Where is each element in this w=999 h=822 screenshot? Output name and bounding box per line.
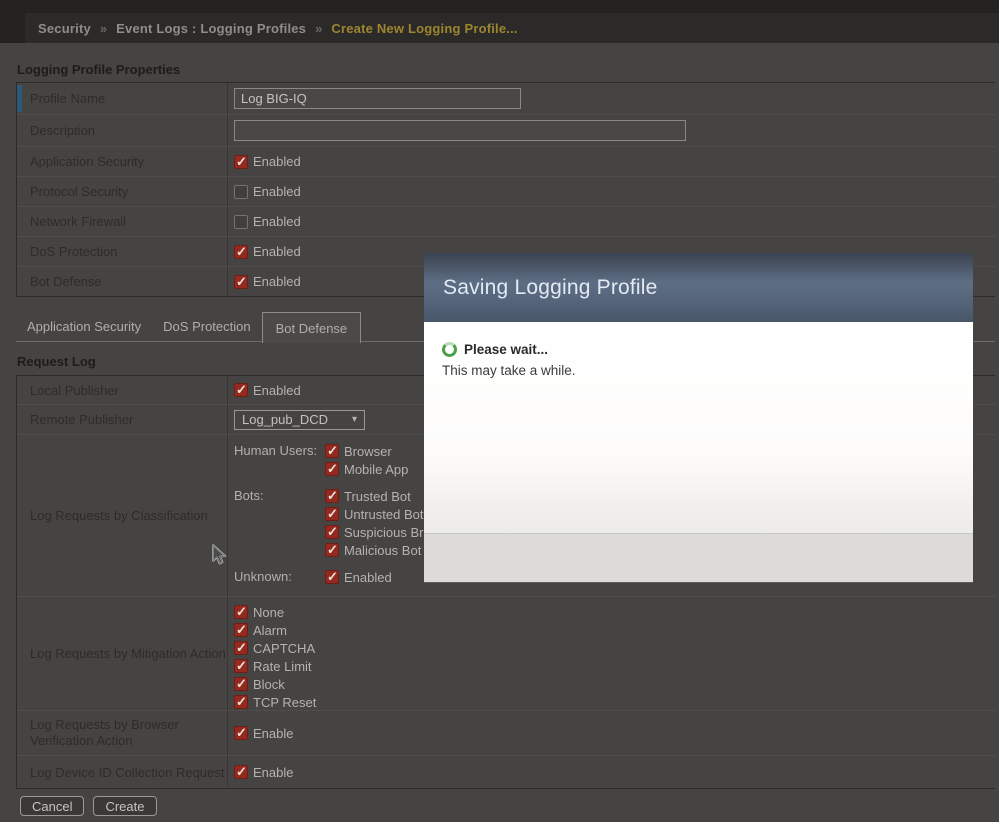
tab-dos-protection[interactable]: DoS Protection [152,312,261,342]
saving-dialog: Saving Logging Profile Please wait... Th… [424,253,973,583]
protocol-security-label: Protocol Security [17,177,228,207]
mitigation-label: Log Requests by Mitigation Action [17,597,228,711]
malicious-bot-checkbox[interactable] [325,543,339,557]
tcp-reset-checkbox[interactable] [234,695,248,709]
none-checkbox[interactable] [234,605,248,619]
checkbox-caption: Enabled [253,244,301,259]
checkbox-caption: Enable [253,765,293,780]
request-log-section-title: Request Log [17,354,96,369]
profile-name-label: Profile Name [17,83,228,115]
browser-checkbox[interactable] [325,444,339,458]
create-button[interactable]: Create [93,796,156,816]
application-security-checkbox[interactable] [234,155,248,169]
network-firewall-checkbox[interactable] [234,215,248,229]
checkbox-caption: Enabled [253,274,301,289]
checkbox-caption: Alarm [253,623,287,638]
mobile-app-checkbox[interactable] [325,462,339,476]
captcha-checkbox[interactable] [234,641,248,655]
checkbox-caption: Untrusted Bot [344,507,424,522]
properties-section-title: Logging Profile Properties [17,62,180,77]
checkbox-caption: Malicious Bot [344,543,421,558]
please-wait-message: Please wait... [464,342,548,357]
description-input[interactable] [234,120,686,141]
network-firewall-row: Network Firewall Enabled [17,207,995,237]
tab-application-security[interactable]: Application Security [16,312,152,342]
checkbox-caption: None [253,605,284,620]
local-publisher-checkbox[interactable] [234,383,248,397]
checkbox-caption: Block [253,677,285,692]
checkbox-caption: Mobile App [344,462,408,477]
selected-option: Log_pub_DCD [242,412,328,427]
checkbox-caption: CAPTCHA [253,641,315,656]
bots-group-label: Bots: [234,487,325,559]
browser-verification-checkbox[interactable] [234,726,248,740]
protocol-security-row: Protocol Security Enabled [17,177,995,207]
breadcrumb-item-security[interactable]: Security [38,21,91,36]
human-users-group-label: Human Users: [234,442,325,478]
chevron-down-icon: ▾ [352,414,357,425]
saving-dialog-header: Saving Logging Profile [424,253,973,322]
network-firewall-label: Network Firewall [17,207,228,237]
block-checkbox[interactable] [234,677,248,691]
please-wait-submessage: This may take a while. [442,363,576,378]
bot-defense-checkbox[interactable] [234,275,248,289]
local-publisher-label: Local Publisher [17,376,228,405]
checkbox-caption: TCP Reset [253,695,316,710]
breadcrumb: Security » Event Logs : Logging Profiles… [25,13,999,43]
rate-limit-checkbox[interactable] [234,659,248,673]
mouse-cursor [211,544,228,570]
application-security-label: Application Security [17,147,228,177]
checkbox-caption: Enable [253,726,293,741]
device-id-label: Log Device ID Collection Request [17,756,228,789]
saving-dialog-footer [424,533,973,582]
breadcrumb-separator: » [100,21,107,36]
saving-dialog-title: Saving Logging Profile [443,276,658,300]
remote-publisher-label: Remote Publisher [17,405,228,435]
classification-label: Log Requests by Classification [17,435,228,597]
checkbox-caption: Rate Limit [253,659,312,674]
breadcrumb-item-create-profile: Create New Logging Profile... [331,21,517,36]
app-window: Security » Event Logs : Logging Profiles… [0,0,999,822]
unknown-group-label: Unknown: [234,568,325,586]
checkbox-caption: Browser [344,444,392,459]
profile-name-input[interactable] [234,88,521,109]
profile-name-row: Profile Name [17,83,995,115]
unknown-enabled-checkbox[interactable] [325,570,339,584]
application-security-row: Application Security Enabled [17,147,995,177]
checkbox-caption: Enabled [253,184,301,199]
dos-protection-checkbox[interactable] [234,245,248,259]
protocol-security-checkbox[interactable] [234,185,248,199]
breadcrumb-separator: » [315,21,322,36]
remote-publisher-select[interactable]: Log_pub_DCD ▾ [234,410,365,430]
alarm-checkbox[interactable] [234,623,248,637]
breadcrumb-item-event-logs[interactable]: Event Logs : Logging Profiles [116,21,306,36]
checkbox-caption: Enabled [344,570,392,585]
tab-bot-defense[interactable]: Bot Defense [262,312,362,343]
device-id-row: Log Device ID Collection Request Enable [17,756,995,789]
trusted-bot-checkbox[interactable] [325,489,339,503]
checkbox-caption: Enabled [253,154,301,169]
browser-verification-label: Log Requests by Browser Verification Act… [17,711,228,756]
checkbox-caption: Trusted Bot [344,489,411,504]
spinner-icon [442,342,457,357]
checkbox-caption: Enabled [253,214,301,229]
suspicious-browser-checkbox[interactable] [325,525,339,539]
untrusted-bot-checkbox[interactable] [325,507,339,521]
description-label: Description [17,115,228,147]
description-row: Description [17,115,995,147]
dos-protection-label: DoS Protection [17,237,228,267]
checkbox-caption: Enabled [253,383,301,398]
mitigation-row: Log Requests by Mitigation Action None A… [17,597,995,711]
saving-dialog-body: Please wait... This may take a while. [424,322,973,583]
required-accent-bar [17,85,22,112]
bot-defense-label: Bot Defense [17,267,228,297]
browser-verification-row: Log Requests by Browser Verification Act… [17,711,995,756]
device-id-checkbox[interactable] [234,765,248,779]
form-actions: Cancel Create [20,796,157,816]
cancel-button[interactable]: Cancel [20,796,84,816]
